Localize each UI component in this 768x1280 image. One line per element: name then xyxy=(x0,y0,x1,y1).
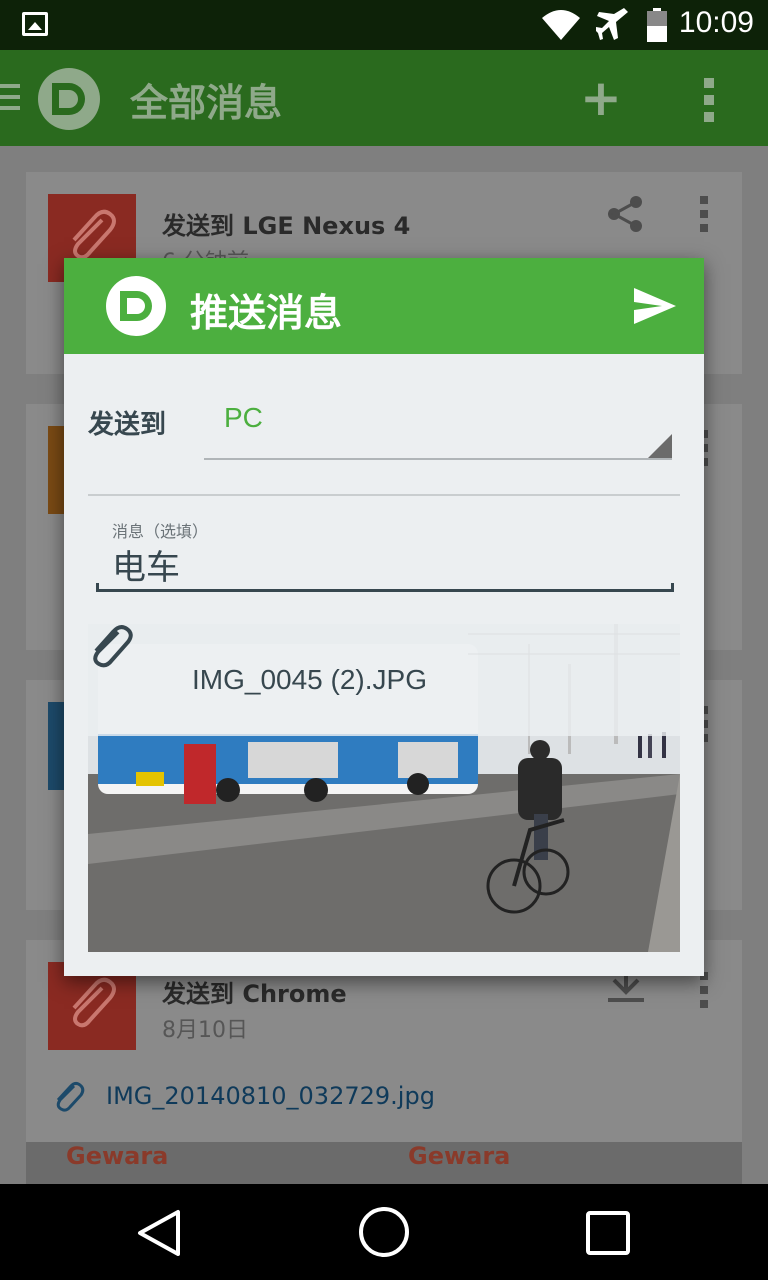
message-input[interactable]: 电车 xyxy=(96,536,674,592)
menu-icon[interactable] xyxy=(0,84,20,110)
app-bar: 全部消息 + xyxy=(0,50,768,146)
wifi-icon xyxy=(542,10,580,40)
push-dialog: 推送消息 发送到 PC 消息（选填） 电车 IMG_0045 (2).JPG xyxy=(64,258,704,976)
more-vert-icon[interactable] xyxy=(700,972,710,1014)
dialog-header: 推送消息 xyxy=(64,258,704,354)
send-icon[interactable] xyxy=(632,286,678,326)
recents-icon[interactable] xyxy=(585,1210,631,1256)
dialog-title: 推送消息 xyxy=(190,291,343,335)
gallery-icon xyxy=(22,12,48,36)
more-vert-icon[interactable] xyxy=(700,196,710,238)
card-title: 发送到 LGE Nexus 4 xyxy=(162,212,411,240)
navigation-bar xyxy=(0,1184,768,1280)
airplane-icon xyxy=(596,8,628,40)
target-device-value: PC xyxy=(224,402,263,433)
attachment-link[interactable]: IMG_20140810_032729.jpg xyxy=(106,1082,435,1110)
photo-preview: Gewara Gewara xyxy=(26,1142,742,1184)
attachment-preview[interactable]: IMG_0045 (2).JPG xyxy=(88,624,680,952)
message-card[interactable]: 发送到 Chrome 8月10日 IMG_20140810_032729.jpg… xyxy=(26,940,742,1200)
app-logo xyxy=(38,68,100,130)
app-logo xyxy=(106,276,166,336)
photo-text: Gewara xyxy=(408,1142,511,1170)
page-title: 全部消息 xyxy=(130,81,283,125)
battery-icon xyxy=(647,8,667,42)
clock: 10:09 xyxy=(678,6,754,39)
photo-text: Gewara xyxy=(66,1142,169,1170)
target-device-select[interactable]: PC xyxy=(204,396,672,460)
more-vert-icon[interactable] xyxy=(704,78,716,129)
share-icon[interactable] xyxy=(606,194,646,234)
home-icon[interactable] xyxy=(358,1206,410,1258)
paperclip-icon xyxy=(93,625,133,668)
status-bar: 10:09 xyxy=(0,0,768,50)
send-to-label: 发送到 xyxy=(88,410,167,440)
card-time: 8月10日 xyxy=(162,1018,248,1043)
card-title: 发送到 Chrome xyxy=(162,980,347,1008)
plus-icon[interactable]: + xyxy=(580,70,622,126)
back-icon[interactable] xyxy=(136,1208,182,1258)
paperclip-icon xyxy=(56,1081,85,1112)
divider xyxy=(88,494,680,496)
dropdown-arrow-icon xyxy=(648,434,672,458)
status-icons xyxy=(542,8,668,42)
message-value: 电车 xyxy=(112,548,180,588)
attachment-filename: IMG_0045 (2).JPG xyxy=(192,664,427,695)
